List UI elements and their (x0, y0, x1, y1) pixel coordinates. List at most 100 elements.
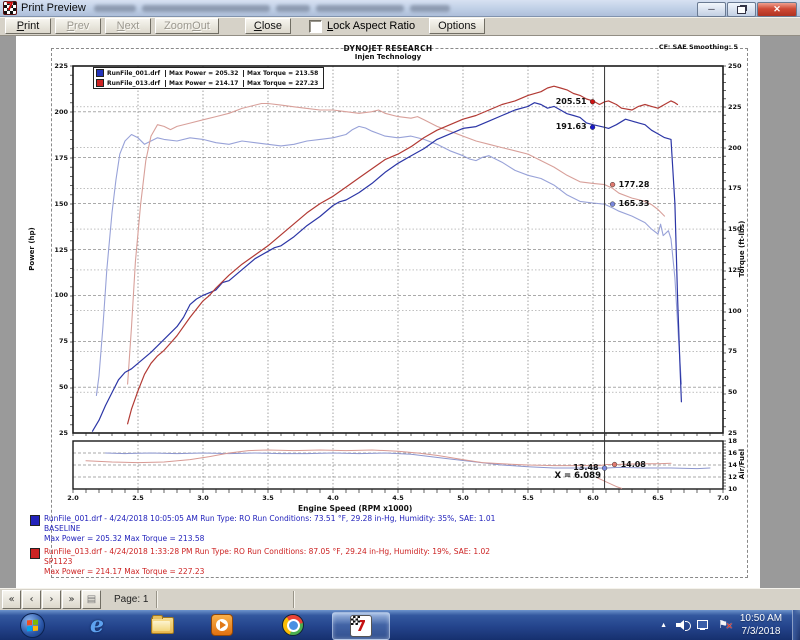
torque-axis-tick: 250 (728, 62, 742, 70)
lock-aspect-ratio-label: Lock Aspect Ratio (327, 20, 415, 32)
network-icon[interactable] (697, 620, 709, 630)
close-window-button[interactable]: ✕ (757, 2, 797, 17)
print-preview-page: DYNOJET RESEARCH Injen Technology CF: SA… (16, 36, 760, 588)
lock-aspect-ratio-checkbox[interactable] (309, 20, 322, 33)
toolbar-button-zoom-out[interactable]: Zoom Out (155, 18, 219, 34)
page-number-label: Page: 1 (114, 594, 148, 605)
toolbar-button-prev[interactable]: Prev (55, 18, 101, 34)
power-axis-tick: 100 (40, 291, 68, 299)
status-cell-empty (294, 591, 800, 608)
run-conditions-line: RunFile_013.drf - 4/24/2018 1:33:28 PM R… (44, 547, 490, 557)
clock-time: 10:50 AM (732, 612, 790, 625)
cursor-value-label: 165.33 (619, 199, 650, 208)
chrome-icon (282, 614, 304, 636)
torque-axis-tick: 50 (728, 388, 737, 396)
power-axis-tick: 200 (40, 108, 68, 116)
title-bar: 7 Print Preview ─ ✕ (0, 0, 800, 17)
air-fuel-axis-tick: 10 (728, 485, 737, 493)
taskbar-item-winpep-active[interactable]: 7 (332, 612, 390, 640)
rpm-axis-tick: 4.0 (323, 494, 343, 502)
legend-file-name: RunFile_013.drf (107, 80, 165, 87)
taskbar-clock[interactable]: 10:50 AM 7/3/2018 (732, 612, 790, 638)
status-bar: «‹›»▤ Page: 1 (0, 588, 800, 610)
power-axis-tick: 225 (40, 62, 68, 70)
cursor-value-label: 14.08 (621, 460, 646, 469)
minimize-button[interactable]: ─ (697, 2, 726, 17)
volume-icon[interactable] (676, 620, 688, 630)
first-page-button[interactable]: « (2, 590, 21, 609)
run-label-line: SP1123 (44, 557, 490, 567)
air-fuel-axis-title: Air/Fuel (738, 424, 746, 504)
legend-row: RunFile_013.drf Max Power = 214.17 Max T… (94, 78, 323, 88)
cursor-value-label: 205.51 (556, 97, 587, 106)
run-color-chip (30, 515, 40, 526)
legend-max-power: Max Power = 214.17 (165, 80, 243, 87)
power-axis-tick: 50 (40, 383, 68, 391)
print-preview-toolbar: PrintPrevNextZoom Out Close Lock Aspect R… (0, 17, 800, 36)
status-cell-empty (157, 591, 294, 608)
legend-max-power: Max Power = 205.32 (165, 70, 243, 77)
chart-legend: RunFile_001.drf Max Power = 205.32 Max T… (93, 67, 324, 89)
taskbar-item-media-player[interactable] (210, 614, 234, 636)
restore-button[interactable] (727, 2, 756, 17)
power-axis-title: Power (hp) (28, 209, 36, 289)
clock-date: 7/3/2018 (732, 625, 790, 638)
next-page-button[interactable]: › (42, 590, 61, 609)
cursor-value-label: 177.28 (619, 180, 650, 189)
windows-taskbar: e 7 ▲ ⚑✕ 10:50 AM 7/3/2018 (0, 610, 800, 640)
toolbar-button-options[interactable]: Options (429, 18, 485, 34)
torque-axis-tick: 75 (728, 347, 737, 355)
lock-aspect-ratio-group[interactable]: Lock Aspect Ratio (309, 20, 415, 33)
prev-page-button[interactable]: ‹ (22, 590, 41, 609)
run-color-chip (30, 548, 40, 559)
rpm-axis-tick: 5.0 (453, 494, 473, 502)
show-desktop-button[interactable] (792, 610, 800, 640)
torque-axis-tick: 100 (728, 307, 742, 315)
taskbar-item-chrome[interactable] (281, 614, 305, 636)
window-title-path-redacted (94, 5, 450, 12)
cursor-x-value: X = 6.089 (555, 471, 601, 481)
action-center-flag-icon[interactable]: ⚑✕ (718, 619, 730, 631)
run-label-line: BASELINE (44, 524, 495, 534)
start-button[interactable] (20, 613, 45, 638)
toolbar-button-print[interactable]: Print (5, 18, 51, 34)
power-axis-tick: 125 (40, 246, 68, 254)
rpm-axis-tick: 6.5 (648, 494, 668, 502)
cursor-value-label: 13.48 (573, 463, 598, 472)
page-setup-button[interactable]: ▤ (82, 590, 101, 609)
media-player-icon (211, 614, 233, 636)
toolbar-buttons: PrintPrevNextZoom Out Close (5, 18, 295, 34)
power-axis-tick: 75 (40, 337, 68, 345)
rpm-axis-tick: 3.0 (193, 494, 213, 502)
legend-color-chip (96, 69, 104, 77)
screen: { "window": { "title": "Print Preview" }… (0, 0, 800, 640)
folder-icon (151, 617, 174, 634)
internet-explorer-icon: e (90, 614, 104, 636)
last-page-button[interactable]: » (62, 590, 81, 609)
air-fuel-axis-tick: 14 (728, 461, 737, 469)
page-number-cell: Page: 1 (106, 591, 157, 608)
windows-logo-icon (27, 620, 38, 632)
cursor-value-label: 191.63 (556, 122, 587, 131)
rpm-axis-tick: 3.5 (258, 494, 278, 502)
torque-axis-tick: 25 (728, 429, 737, 437)
legend-max-torque: Max Torque = 227.23 (243, 80, 323, 87)
power-axis-tick: 25 (40, 429, 68, 437)
power-axis-tick: 150 (40, 200, 68, 208)
taskbar-item-file-explorer[interactable] (150, 614, 174, 636)
torque-axis-title: Torque (ft-lbs) (738, 209, 746, 289)
toolbar-button-close[interactable]: Close (245, 18, 291, 34)
toolbar-button-next[interactable]: Next (105, 18, 151, 34)
tray-expand-icon[interactable]: ▲ (660, 622, 667, 629)
system-tray: ▲ ⚑✕ (660, 610, 730, 640)
taskbar-item-internet-explorer[interactable]: e (85, 614, 109, 636)
legend-file-name: RunFile_001.drf (107, 70, 165, 77)
app-icon: 7 (3, 1, 17, 15)
run-info-sp1123: RunFile_013.drf - 4/24/2018 1:33:28 PM R… (44, 547, 490, 577)
rpm-axis-tick: 7.0 (713, 494, 733, 502)
rpm-axis-tick: 5.5 (518, 494, 538, 502)
winpep-icon: 7 (350, 615, 372, 637)
torque-axis-tick: 200 (728, 144, 742, 152)
run-max-line: Max Power = 205.32 Max Torque = 213.58 (44, 534, 495, 544)
legend-color-chip (96, 79, 104, 87)
